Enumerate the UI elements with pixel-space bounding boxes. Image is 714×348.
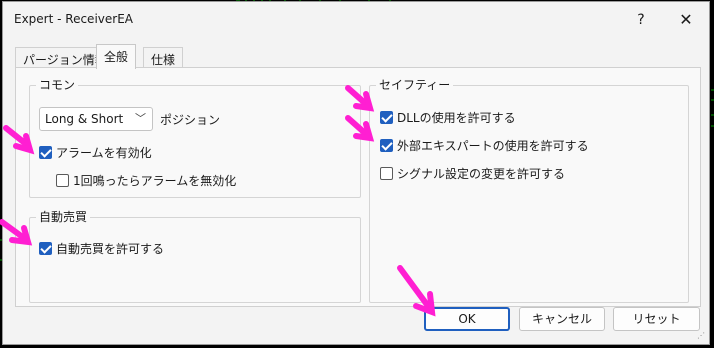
disable-alarm-checkbox-label: 1回鳴ったらアラームを無効化 (73, 174, 237, 188)
allow-external-expert-checkbox[interactable] (380, 139, 393, 152)
position-mode-value: Long & Short (45, 112, 124, 126)
general-tab-panel: コモン Long & Short ﹀ ポジション アラームを有効化 1回鳴ったら… (15, 67, 701, 307)
expert-properties-dialog: Expert - ReceiverEA ? ✕ パージョン情報 全般 仕様 コモ… (2, 1, 710, 345)
allow-dll-checkbox[interactable] (380, 111, 393, 124)
alert-checkbox[interactable] (39, 146, 52, 159)
alert-checkbox-label: アラームを有効化 (56, 146, 152, 160)
auto-trading-group: 自動売買 自動売買を許可する (29, 210, 361, 303)
allow-dll-label: DLLの使用を許可する (397, 111, 516, 125)
position-label: ポジション (160, 113, 221, 127)
safety-group: セイフティー DLLの使用を許可する 外部エキスパートの使用を許可する シグナル… (369, 78, 689, 303)
ok-button[interactable]: OK (424, 307, 510, 331)
common-group: コモン Long & Short ﹀ ポジション アラームを有効化 1回鳴ったら… (29, 78, 361, 198)
allow-signal-change-label: シグナル設定の変更を許可する (397, 167, 566, 181)
allow-auto-trading-label: 自動売買を許可する (56, 242, 165, 256)
position-mode-select[interactable]: Long & Short ﹀ (39, 107, 153, 131)
tab-general[interactable]: 全般 (96, 44, 137, 69)
resize-grip-icon[interactable]: ⋰ (697, 331, 705, 340)
reset-button[interactable]: リセット (613, 307, 700, 331)
disable-alarm-checkbox[interactable] (56, 174, 69, 187)
tab-specification[interactable]: 仕様 (143, 47, 184, 68)
help-button[interactable]: ? (619, 5, 663, 35)
cancel-button[interactable]: キャンセル (519, 307, 605, 331)
allow-external-expert-label: 外部エキスパートの使用を許可する (397, 139, 589, 153)
allow-signal-change-checkbox[interactable] (380, 167, 393, 180)
window-title: Expert - ReceiverEA (14, 12, 133, 26)
allow-auto-trading-checkbox[interactable] (39, 242, 52, 255)
chevron-down-icon: ﹀ (135, 112, 146, 125)
title-bar[interactable]: Expert - ReceiverEA ? ✕ (3, 2, 709, 38)
common-group-label: コモン (36, 78, 79, 92)
auto-trading-group-label: 自動売買 (36, 210, 91, 224)
close-button[interactable]: ✕ (664, 5, 708, 35)
safety-group-label: セイフティー (376, 78, 454, 92)
